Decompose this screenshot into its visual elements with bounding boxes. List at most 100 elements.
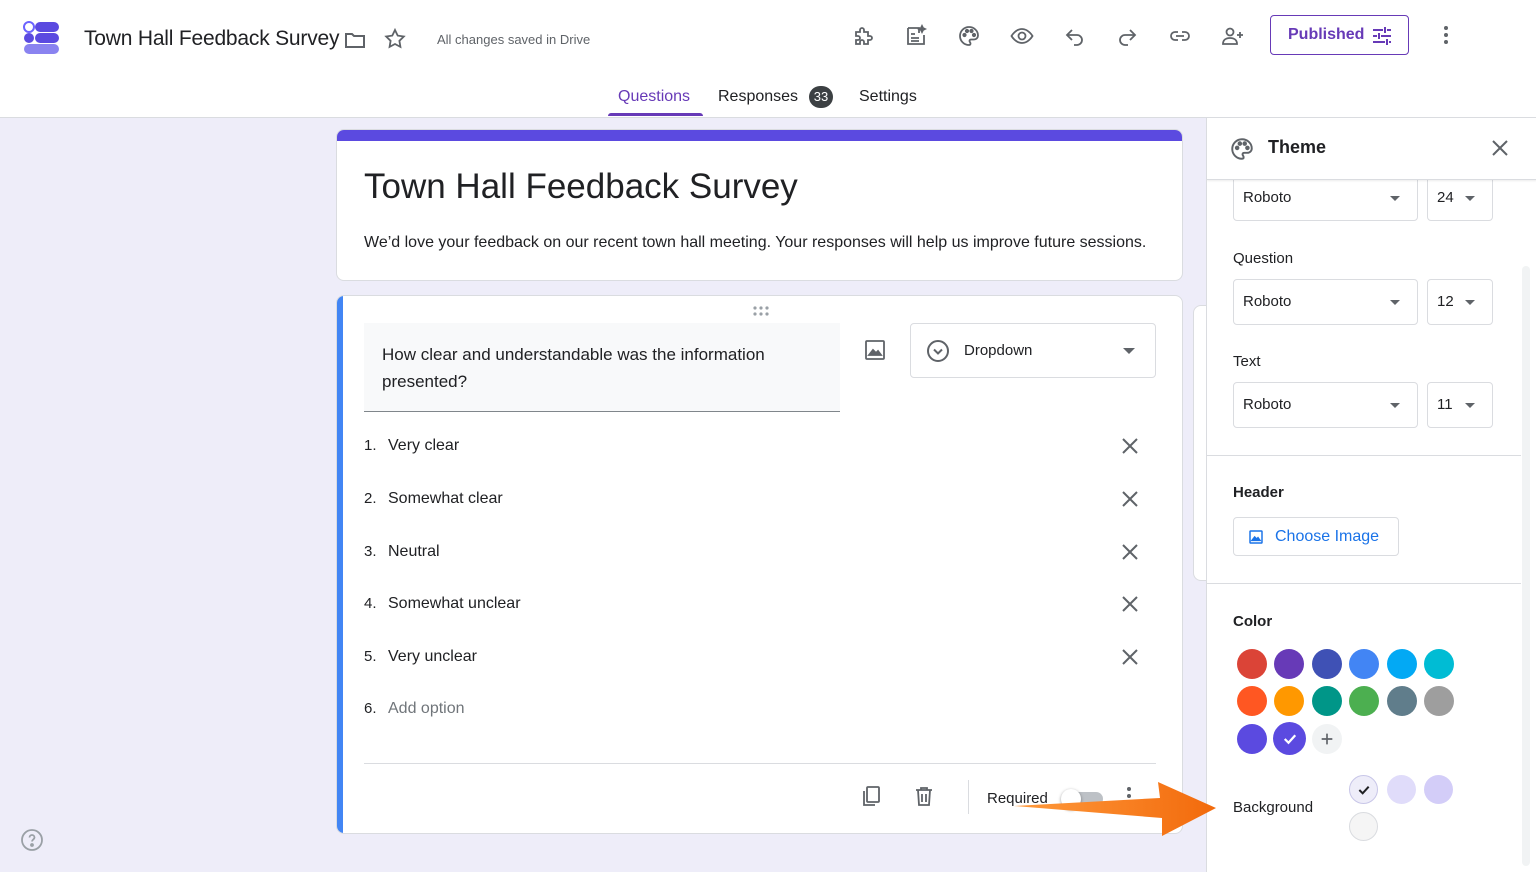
- add-option-input[interactable]: Add option: [388, 700, 465, 718]
- question-card[interactable]: How clear and understandable was the inf…: [336, 295, 1183, 834]
- remove-option-icon[interactable]: [1119, 435, 1141, 457]
- tune-icon: [1373, 27, 1391, 45]
- text-font-size-value: 11: [1437, 396, 1453, 413]
- remove-option-icon[interactable]: [1119, 646, 1141, 668]
- add-custom-color-button[interactable]: [1312, 724, 1342, 754]
- background-swatch-light[interactable]: [1387, 775, 1416, 804]
- tab-settings[interactable]: Settings: [859, 88, 917, 106]
- close-icon[interactable]: [1488, 136, 1512, 160]
- save-status: All changes saved in Drive: [437, 32, 591, 47]
- theme-panel-header: Theme: [1207, 118, 1536, 180]
- panel-scrollbar[interactable]: [1522, 266, 1530, 866]
- option-number: 1.: [364, 437, 377, 454]
- ai-assist-icon[interactable]: [903, 23, 929, 49]
- chevron-down-icon: [1465, 300, 1475, 305]
- folder-icon[interactable]: [343, 28, 367, 52]
- form-description[interactable]: We’d love your feedback on our recent to…: [364, 234, 1146, 252]
- question-type-select[interactable]: Dropdown: [910, 323, 1156, 378]
- chevron-down-icon: [1390, 403, 1400, 408]
- option-row[interactable]: 1. Very clear: [364, 431, 1154, 461]
- header-font-size-select[interactable]: 24: [1427, 175, 1493, 221]
- color-swatch-selected[interactable]: [1273, 722, 1306, 755]
- published-button[interactable]: Published: [1270, 15, 1409, 55]
- published-label: Published: [1288, 26, 1365, 43]
- more-options-icon[interactable]: [1434, 23, 1458, 47]
- question-font-family-select[interactable]: Roboto: [1233, 279, 1418, 325]
- palette-icon[interactable]: [956, 23, 982, 49]
- question-font-size-select[interactable]: 12: [1427, 279, 1493, 325]
- option-number: 6.: [364, 700, 377, 717]
- color-swatch-light-blue[interactable]: [1387, 649, 1417, 679]
- active-question-indicator: [337, 296, 343, 833]
- form-title[interactable]: Town Hall Feedback Survey: [364, 167, 798, 207]
- question-title-input[interactable]: How clear and understandable was the inf…: [364, 323, 840, 412]
- option-row[interactable]: 3. Neutral: [364, 537, 1154, 567]
- background-swatch-grey[interactable]: [1349, 812, 1378, 841]
- add-image-icon[interactable]: [863, 338, 887, 362]
- tab-responses[interactable]: Responses: [718, 88, 798, 106]
- title-card-accent: [337, 130, 1182, 141]
- document-title[interactable]: Town Hall Feedback Survey: [84, 27, 339, 51]
- color-swatch-custom[interactable]: [1237, 724, 1267, 754]
- remove-option-icon[interactable]: [1119, 541, 1141, 563]
- remove-option-icon[interactable]: [1119, 593, 1141, 615]
- preview-icon[interactable]: [1009, 23, 1035, 49]
- option-row[interactable]: 2. Somewhat clear: [364, 484, 1154, 514]
- option-row[interactable]: 5. Very unclear: [364, 642, 1154, 672]
- option-label[interactable]: Very unclear: [388, 648, 477, 666]
- duplicate-icon[interactable]: [859, 784, 883, 808]
- tab-questions[interactable]: Questions: [618, 88, 690, 106]
- header-font-family-value: Roboto: [1243, 189, 1292, 206]
- color-swatch-red[interactable]: [1237, 649, 1267, 679]
- chevron-down-icon: [1390, 196, 1400, 201]
- header-font-size-value: 24: [1437, 189, 1454, 206]
- question-font-size-value: 12: [1437, 293, 1454, 310]
- background-swatch-selected[interactable]: [1349, 775, 1378, 804]
- background-swatch-medium[interactable]: [1424, 775, 1453, 804]
- option-label[interactable]: Very clear: [388, 437, 459, 455]
- color-swatch-teal[interactable]: [1312, 686, 1342, 716]
- option-label[interactable]: Neutral: [388, 543, 440, 561]
- color-swatch-purple[interactable]: [1274, 649, 1304, 679]
- forms-logo-icon[interactable]: [22, 18, 62, 58]
- redo-icon[interactable]: [1114, 23, 1140, 49]
- question-type-label: Dropdown: [964, 342, 1033, 359]
- delete-icon[interactable]: [912, 784, 936, 808]
- color-swatch-indigo[interactable]: [1312, 649, 1342, 679]
- palette-icon: [1229, 136, 1255, 162]
- question-font-family-value: Roboto: [1243, 293, 1292, 310]
- form-title-card[interactable]: Town Hall Feedback Survey We’d love your…: [336, 129, 1183, 281]
- option-number: 5.: [364, 648, 377, 665]
- header-font-family-select[interactable]: Roboto: [1233, 175, 1418, 221]
- star-icon[interactable]: [383, 27, 407, 51]
- color-swatch-orange[interactable]: [1274, 686, 1304, 716]
- color-swatch-blue[interactable]: [1349, 649, 1379, 679]
- section-divider: [1207, 455, 1521, 456]
- text-font-family-select[interactable]: Roboto: [1233, 382, 1418, 428]
- color-swatch-cyan[interactable]: [1424, 649, 1454, 679]
- color-swatch-grey[interactable]: [1424, 686, 1454, 716]
- color-swatch-blue-grey[interactable]: [1387, 686, 1417, 716]
- top-bar: Town Hall Feedback Survey All changes sa…: [0, 0, 1536, 118]
- link-icon[interactable]: [1167, 23, 1193, 49]
- color-swatch-green[interactable]: [1349, 686, 1379, 716]
- active-tab-indicator: [608, 113, 703, 116]
- add-collaborator-icon[interactable]: [1220, 23, 1246, 49]
- option-number: 3.: [364, 543, 377, 560]
- remove-option-icon[interactable]: [1119, 488, 1141, 510]
- option-number: 2.: [364, 490, 377, 507]
- chevron-down-icon: [1123, 348, 1135, 354]
- undo-icon[interactable]: [1062, 23, 1088, 49]
- option-label[interactable]: Somewhat clear: [388, 490, 503, 508]
- theme-panel-title: Theme: [1268, 137, 1327, 157]
- choose-image-button[interactable]: Choose Image: [1233, 517, 1399, 556]
- color-swatch-deep-orange[interactable]: [1237, 686, 1267, 716]
- drag-handle-icon[interactable]: [751, 304, 771, 316]
- add-option-row[interactable]: 6. Add option: [364, 694, 1154, 724]
- text-font-size-select[interactable]: 11: [1427, 382, 1493, 428]
- help-icon[interactable]: [20, 828, 44, 852]
- text-font-label: Text: [1233, 353, 1261, 370]
- option-label[interactable]: Somewhat unclear: [388, 595, 521, 613]
- addons-icon[interactable]: [850, 23, 876, 49]
- option-row[interactable]: 4. Somewhat unclear: [364, 589, 1154, 619]
